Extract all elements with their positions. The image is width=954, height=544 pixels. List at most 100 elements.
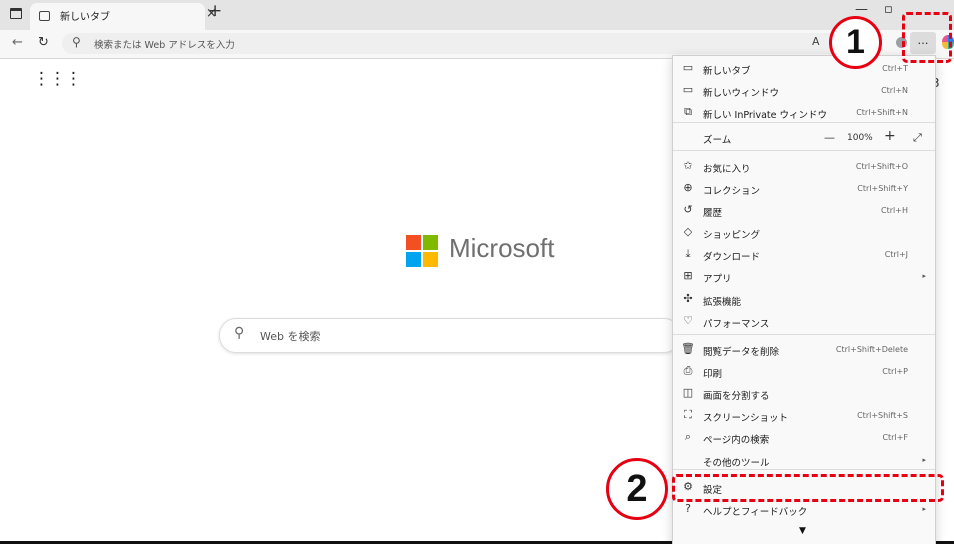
menu-item-shortcut: Ctrl+Shift+Y xyxy=(857,184,908,193)
trash-icon: 🗑 xyxy=(681,342,695,355)
tab-title: 新しいタブ xyxy=(60,12,110,23)
menu-item-label: アプリ xyxy=(703,274,732,285)
menu-item-17[interactable]: その他のツール ▸ xyxy=(673,451,935,472)
menu-item-shortcut: Ctrl+F xyxy=(882,433,908,442)
maximize-icon[interactable]: ▫ xyxy=(884,2,893,17)
menu-item-label: スクリーンショット xyxy=(703,413,789,424)
menu-item-shortcut: Ctrl+Shift+Delete xyxy=(835,345,908,354)
zoom-out-button[interactable]: — xyxy=(824,131,835,144)
menu-item-shortcut: Ctrl+Shift+N xyxy=(856,108,908,117)
menu-item-10[interactable]: ✣ 拡張機能 xyxy=(673,290,935,311)
help-icon: ? xyxy=(685,502,691,515)
menu-item-19[interactable]: ? ヘルプとフィードバック ▸ xyxy=(673,500,935,521)
annotation-step-2: 2 xyxy=(606,458,668,520)
search-icon: ⚲ xyxy=(72,35,81,49)
tab-new-tab[interactable]: 新しいタブ × xyxy=(30,3,217,30)
menu-item-0[interactable]: ▭ 新しいタブ Ctrl+T xyxy=(673,59,935,80)
menu-item-7[interactable]: ◇ ショッピング xyxy=(673,223,935,244)
browser-window: 新しいタブ × + — ▫ ← ↻ ⚲ 検索または Web アドレスを入力 A … xyxy=(0,0,954,544)
screenshot-icon: ⛶ xyxy=(684,408,692,421)
inprivate-icon: ⧉ xyxy=(684,105,692,118)
search-placeholder: Web を検索 xyxy=(260,330,321,343)
menu-item-1[interactable]: ▭ 新しいウィンドウ Ctrl+N xyxy=(673,81,935,102)
extensions-icon: ✣ xyxy=(683,292,693,305)
new-tab-icon: ▭ xyxy=(682,61,694,74)
zoom-in-button[interactable]: + xyxy=(884,128,896,144)
web-search-box[interactable]: ⚲ Web を検索 xyxy=(219,318,681,353)
menu-item-shortcut: Ctrl+Shift+O xyxy=(855,162,908,171)
back-icon[interactable]: ← xyxy=(12,35,23,50)
menu-item-12[interactable]: 🗑 閲覧データを削除 Ctrl+Shift+Delete xyxy=(673,340,935,361)
menu-item-5[interactable]: ⊕ コレクション Ctrl+Shift+Y xyxy=(673,179,935,200)
menu-item-15[interactable]: ⛶ スクリーンショット Ctrl+Shift+S xyxy=(673,406,935,427)
menu-item-16[interactable]: ⌕ ページ内の検索 Ctrl+F xyxy=(673,428,935,449)
zoom-value: 100% xyxy=(847,133,873,143)
menu-item-2[interactable]: ⧉ 新しい InPrivate ウィンドウ Ctrl+Shift+N xyxy=(673,103,935,124)
logo-square-red xyxy=(406,235,421,250)
tab-bar: 新しいタブ × + — ▫ xyxy=(0,0,954,30)
logo-square-green xyxy=(423,235,438,250)
menu-item-label: その他のツール xyxy=(703,458,770,469)
menu-item-label: ショッピング xyxy=(703,230,761,241)
menu-item-14[interactable]: ◫ 画面を分割する xyxy=(673,384,935,405)
menu-item-shortcut: Ctrl+P xyxy=(882,367,908,376)
menu-item-label: 履歴 xyxy=(703,208,723,219)
microsoft-logo xyxy=(406,235,439,268)
find-icon: ⌕ xyxy=(684,430,692,443)
app-launcher-icon[interactable]: ⋮⋮⋮ xyxy=(33,69,82,89)
menu-item-9[interactable]: ⊞ アプリ ▸ xyxy=(673,267,935,288)
history-icon: ↺ xyxy=(683,203,693,216)
new-tab-favicon-icon xyxy=(39,11,50,21)
menu-item-label: 閲覧データを削除 xyxy=(703,347,780,358)
menu-item-3[interactable]: ズーム — 100% + ⤢ xyxy=(673,128,935,149)
logo-square-yellow xyxy=(423,252,438,267)
print-icon: ⎙ xyxy=(683,364,693,377)
menu-item-label: 新しいタブ xyxy=(703,66,751,77)
menu-item-label: ズーム xyxy=(703,135,732,146)
menu-item-label: 新しい InPrivate ウィンドウ xyxy=(703,110,827,121)
apps-icon: ⊞ xyxy=(683,269,693,282)
menu-item-shortcut: Ctrl+N xyxy=(881,86,908,95)
menu-item-label: 画面を分割する xyxy=(703,391,770,402)
annotation-step-1: 1 xyxy=(829,16,882,69)
menu-item-6[interactable]: ↺ 履歴 Ctrl+H xyxy=(673,201,935,222)
split-screen-icon: ◫ xyxy=(682,386,694,399)
submenu-arrow-icon: ▸ xyxy=(922,272,926,280)
annotation-highlight-menu-button xyxy=(902,12,952,63)
menu-item-shortcut: Ctrl+T xyxy=(882,64,908,73)
menu-item-13[interactable]: ⎙ 印刷 Ctrl+P xyxy=(673,362,935,383)
download-icon: ⤓ xyxy=(685,247,691,260)
menu-separator xyxy=(673,334,935,335)
menu-item-shortcut: Ctrl+Shift+S xyxy=(857,411,908,420)
scroll-down-icon[interactable]: ▼ xyxy=(799,526,806,536)
shopping-icon: ◇ xyxy=(683,225,693,238)
menu-item-label: ページ内の検索 xyxy=(703,435,770,446)
menu-item-11[interactable]: ♡ パフォーマンス xyxy=(673,312,935,333)
address-placeholder: 検索または Web アドレスを入力 xyxy=(94,40,235,51)
new-tab-button[interactable]: + xyxy=(208,1,222,21)
submenu-arrow-icon: ▸ xyxy=(922,456,926,464)
read-aloud-icon[interactable]: A xyxy=(812,35,820,48)
menu-item-label: 拡張機能 xyxy=(703,297,742,308)
menu-item-label: ヘルプとフィードバック xyxy=(703,507,808,518)
address-bar[interactable]: ⚲ 検索または Web アドレスを入力 xyxy=(62,33,862,54)
menu-item-8[interactable]: ⤓ ダウンロード Ctrl+J xyxy=(673,245,935,266)
annotation-highlight-settings xyxy=(672,474,944,502)
minimize-icon[interactable]: — xyxy=(855,2,868,17)
brand-name: Microsoft xyxy=(449,233,555,263)
menu-item-label: 印刷 xyxy=(703,369,723,380)
submenu-arrow-icon: ▸ xyxy=(922,505,926,513)
menu-item-shortcut: Ctrl+J xyxy=(884,250,908,259)
menu-separator xyxy=(673,150,935,151)
menu-item-4[interactable]: ✩ お気に入り Ctrl+Shift+O xyxy=(673,157,935,178)
menu-item-shortcut: Ctrl+H xyxy=(881,206,908,215)
settings-and-more-menu: ▼ ▭ 新しいタブ Ctrl+T ▭ 新しいウィンドウ Ctrl+N ⧉ 新しい InPriv… xyxy=(672,55,936,544)
tab-actions-icon[interactable] xyxy=(10,8,22,19)
fullscreen-icon[interactable]: ⤢ xyxy=(913,131,922,145)
menu-item-label: パフォーマンス xyxy=(703,319,770,330)
menu-item-label: ダウンロード xyxy=(703,252,761,263)
search-icon: ⚲ xyxy=(234,325,245,341)
refresh-icon[interactable]: ↻ xyxy=(38,35,49,50)
favorites-icon: ✩ xyxy=(683,159,693,172)
menu-item-label: コレクション xyxy=(703,186,761,197)
